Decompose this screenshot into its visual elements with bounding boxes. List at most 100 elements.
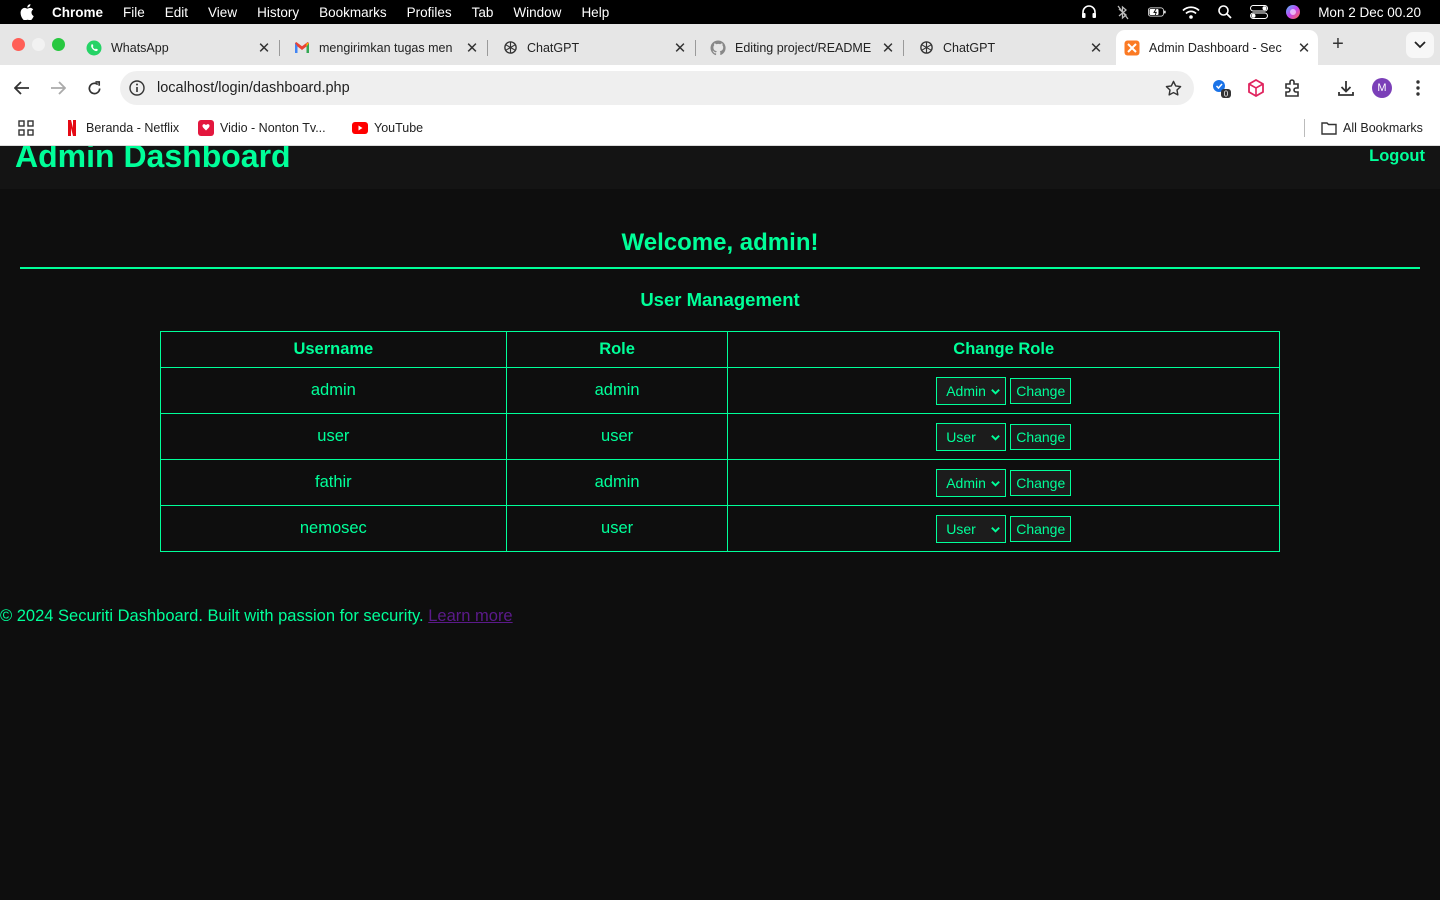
cube-extension-icon[interactable] (1245, 77, 1267, 99)
chrome-menu-icon[interactable] (1407, 77, 1429, 99)
wifi-icon[interactable] (1182, 4, 1200, 20)
role-select-value: User (946, 428, 976, 445)
tab-close-icon[interactable]: ✕ (878, 38, 898, 58)
download-icon[interactable] (1335, 77, 1357, 99)
tab-title: ChatGPT (527, 40, 580, 55)
change-role-button[interactable]: Change (1010, 423, 1072, 450)
table-row: nemosec user User Change (160, 505, 1280, 552)
change-role-button[interactable]: Change (1010, 515, 1072, 542)
menu-tab[interactable]: Tab (472, 5, 494, 20)
menu-edit[interactable]: Edit (165, 5, 188, 20)
change-role-button[interactable]: Change (1010, 469, 1072, 496)
extensions-puzzle-icon[interactable] (1281, 77, 1303, 99)
tab-title: mengirimkan tugas men (319, 40, 453, 55)
address-bar[interactable]: localhost/login/dashboard.php (120, 71, 1194, 105)
bookmark-label: YouTube (374, 121, 424, 135)
users-table: Username Role Change Role admin admin Ad… (160, 331, 1280, 552)
tab-admin-dashboard[interactable]: Admin Dashboard - Sec ✕ (1116, 30, 1318, 65)
table-row: admin admin Admin Change (160, 367, 1280, 414)
status-area: Mon 2 Dec 00.20 (1080, 0, 1440, 24)
learn-more-link[interactable]: Learn more (428, 607, 512, 625)
tab-chatgpt-2[interactable]: ChatGPT ✕ (910, 30, 1110, 65)
window-minimize-button[interactable] (32, 38, 45, 51)
forward-button[interactable] (46, 76, 70, 100)
youtube-icon (352, 120, 368, 136)
column-header-username: Username (160, 331, 507, 368)
tab-chatgpt[interactable]: ChatGPT ✕ (494, 30, 696, 65)
tab-close-icon[interactable]: ✕ (462, 38, 482, 58)
role-select[interactable]: Admin (936, 468, 1007, 497)
macos-menu-bar: Chrome File Edit View History Bookmarks … (0, 0, 1440, 24)
tab-title: ChatGPT (943, 40, 996, 55)
change-role-cell: Admin Change (727, 459, 1280, 506)
column-header-change-role: Change Role (727, 331, 1280, 368)
tab-whatsapp[interactable]: WhatsApp ✕ (78, 30, 280, 65)
role-select-value: User (946, 520, 976, 537)
extension-badge: 0 (1224, 90, 1229, 99)
bookmarks-divider (1304, 119, 1305, 137)
all-bookmarks-button[interactable]: All Bookmarks (1321, 119, 1423, 137)
chevron-down-icon (991, 526, 1001, 533)
bluetooth-off-icon[interactable] (1114, 4, 1132, 20)
menu-clock[interactable]: Mon 2 Dec 00.20 (1318, 5, 1421, 20)
tab-close-icon[interactable]: ✕ (670, 38, 690, 58)
reload-button[interactable] (82, 76, 106, 100)
control-center-icon[interactable] (1250, 4, 1269, 20)
logout-link[interactable]: Logout (1369, 146, 1425, 166)
headphones-icon[interactable] (1080, 4, 1098, 20)
battery-icon[interactable] (1148, 4, 1166, 20)
window-zoom-button[interactable] (52, 38, 65, 51)
role-cell: user (505, 505, 729, 552)
menu-view[interactable]: View (208, 5, 237, 20)
tab-search-button[interactable] (1406, 32, 1434, 58)
menu-history[interactable]: History (257, 5, 299, 20)
apps-grid-icon[interactable] (18, 119, 34, 137)
bookmark-star-icon[interactable] (1164, 79, 1182, 97)
change-role-button[interactable]: Change (1010, 377, 1072, 404)
chevron-down-icon (991, 388, 1001, 395)
profile-avatar[interactable]: M (1372, 78, 1392, 98)
role-select[interactable]: Admin (936, 376, 1007, 405)
spotlight-search-icon[interactable] (1216, 4, 1234, 20)
column-header-role: Role (505, 331, 729, 368)
role-cell: admin (505, 459, 729, 506)
site-info-icon[interactable] (128, 79, 146, 97)
menu-file[interactable]: File (123, 5, 145, 20)
url-text[interactable]: localhost/login/dashboard.php (157, 80, 350, 96)
window-close-button[interactable] (12, 38, 25, 51)
xampp-icon (1124, 40, 1140, 56)
bookmark-label: Beranda - Netflix (86, 121, 180, 135)
bookmark-vidio[interactable]: Vidio - Nonton Tv... (198, 119, 326, 137)
change-role-cell: User Change (727, 505, 1280, 552)
tab-close-icon[interactable]: ✕ (1294, 38, 1314, 58)
tab-title: WhatsApp (111, 40, 169, 55)
siri-icon[interactable] (1284, 4, 1302, 20)
menu-help[interactable]: Help (581, 5, 609, 20)
folder-icon (1321, 120, 1337, 136)
menu-profiles[interactable]: Profiles (407, 5, 452, 20)
back-button[interactable] (10, 76, 34, 100)
tab-close-icon[interactable]: ✕ (1086, 38, 1106, 58)
bookmark-netflix[interactable]: Beranda - Netflix (64, 119, 179, 137)
tab-gmail[interactable]: mengirimkan tugas men ✕ (286, 30, 488, 65)
role-select-value: Admin (946, 474, 986, 491)
new-tab-button[interactable]: + (1328, 33, 1348, 55)
menu-app-chrome[interactable]: Chrome (52, 5, 103, 20)
apple-icon[interactable] (19, 4, 35, 20)
bookmark-label: Vidio - Nonton Tv... (220, 121, 326, 135)
tab-github[interactable]: Editing project/README ✕ (702, 30, 904, 65)
bookmark-youtube[interactable]: YouTube (352, 119, 423, 137)
role-select[interactable]: User (936, 514, 1007, 543)
page-title: Admin Dashboard (15, 146, 291, 174)
tab-close-icon[interactable]: ✕ (254, 38, 274, 58)
role-select[interactable]: User (936, 422, 1007, 451)
whatsapp-icon (86, 40, 102, 56)
gmail-icon (294, 40, 310, 56)
role-cell: user (505, 413, 729, 460)
chevron-down-icon (991, 480, 1001, 487)
extension-counter-icon[interactable]: 0 (1210, 77, 1232, 99)
menu-window[interactable]: Window (513, 5, 561, 20)
menu-bookmarks[interactable]: Bookmarks (319, 5, 387, 20)
chatgpt-icon (918, 40, 934, 56)
user-management-heading: User Management (640, 289, 800, 310)
